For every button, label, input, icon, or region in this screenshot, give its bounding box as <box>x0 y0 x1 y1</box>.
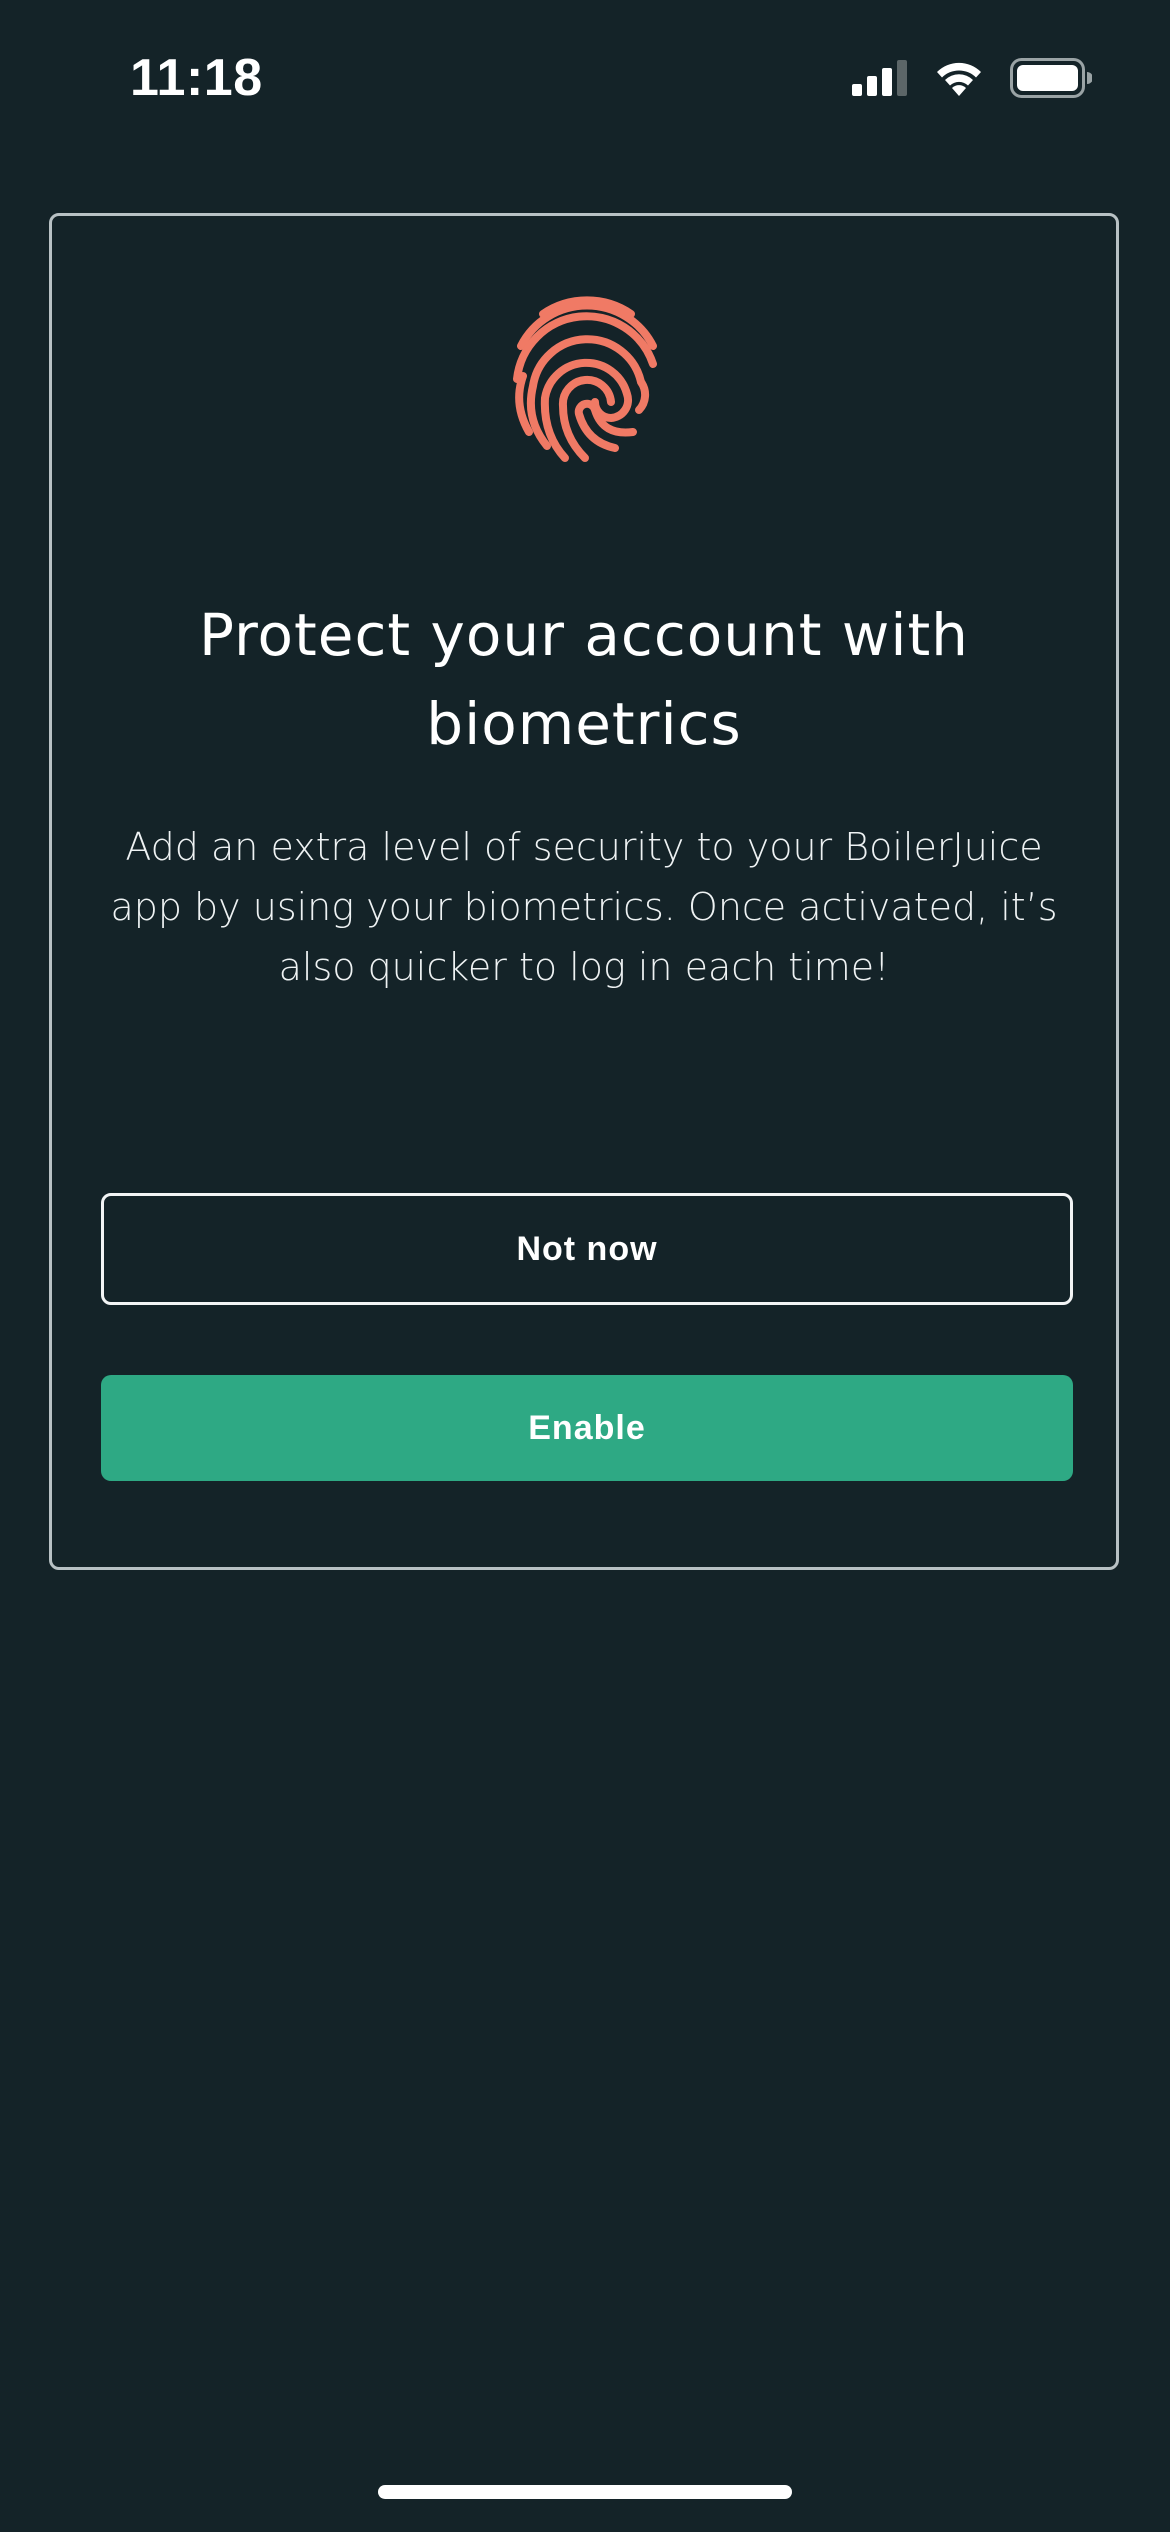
home-indicator[interactable] <box>378 2485 792 2499</box>
cellular-signal-icon <box>852 60 908 96</box>
page-title: Protect your account with biometrics <box>199 601 969 758</box>
fingerprint-icon <box>507 294 667 464</box>
status-icons <box>852 56 1092 100</box>
not-now-button[interactable]: Not now <box>101 1193 1073 1305</box>
wifi-icon <box>934 60 984 96</box>
enable-button[interactable]: Enable <box>101 1375 1073 1481</box>
battery-icon <box>1010 58 1092 98</box>
biometrics-card: Protect your account with biometrics Add… <box>49 213 1119 1570</box>
description-text: Add an extra level of security to your B… <box>110 825 1058 989</box>
status-time: 11:18 <box>130 49 263 107</box>
